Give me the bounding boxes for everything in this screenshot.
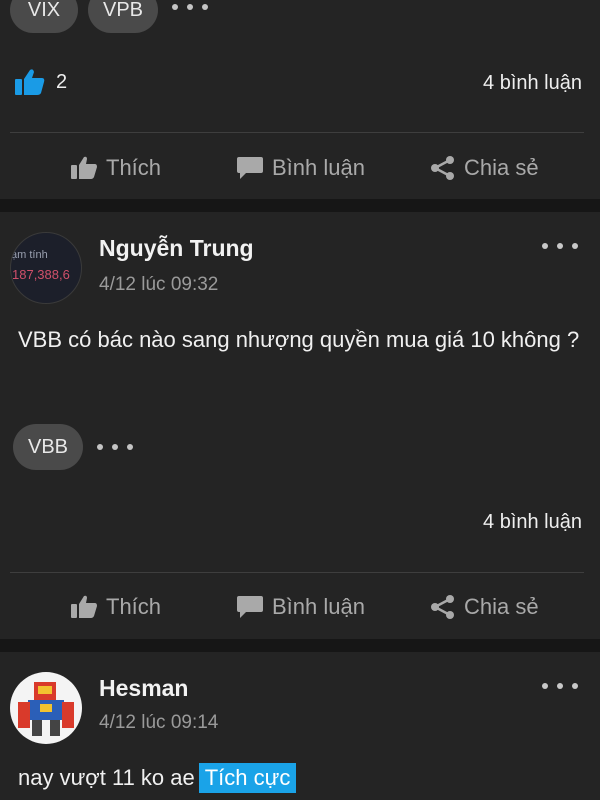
comment-count[interactable]: 4 bình luận [483, 72, 582, 95]
tag-chip-label: VIX [27, 0, 61, 21]
author-name[interactable]: Nguyễn Trung [99, 235, 254, 262]
comment-button-label: Bình luận [272, 594, 365, 619]
sentiment-badge: Tích cực [198, 763, 297, 793]
like-button[interactable]: Thích [70, 138, 161, 198]
thumbs-up-icon [71, 595, 97, 618]
like-summary[interactable]: 2 [14, 68, 67, 96]
comment-icon [237, 157, 263, 179]
share-icon [431, 595, 454, 619]
share-button[interactable]: Chia sẻ [430, 138, 539, 198]
thumbs-up-filled-icon [15, 69, 45, 95]
more-options-icon[interactable] [542, 240, 578, 252]
author-name[interactable]: Hesman [99, 675, 188, 702]
post-card: Hesman 4/12 lúc 09:14 nay vượt 11 ko ae T… [0, 652, 600, 800]
tag-chip-label: VBB [27, 435, 69, 458]
post-content-row: nay vượt 11 ko ae Tích cực [18, 762, 588, 794]
tag-chip[interactable]: VBB [13, 424, 83, 470]
feed-screen: VIX VPB 2 4 bình luận Thích Bình luận Ch… [0, 0, 600, 800]
share-icon [431, 156, 454, 180]
tag-chip-label: VPB [102, 0, 144, 21]
post-timestamp: 4/12 lúc 09:32 [99, 274, 219, 295]
action-bar: Thích Bình luận Chia sẻ [0, 138, 600, 198]
avatar-text: ạm tính [11, 249, 48, 261]
thumbs-up-icon [71, 156, 97, 179]
comment-icon [237, 596, 263, 618]
post-card-previous: VIX VPB 2 4 bình luận Thích Bình luận Ch… [0, 0, 600, 199]
comment-count[interactable]: 4 bình luận [483, 511, 582, 534]
avatar-value: 187,388,6 [12, 267, 70, 282]
share-button-label: Chia sẻ [464, 155, 539, 180]
share-button[interactable]: Chia sẻ [430, 577, 539, 637]
action-bar: Thích Bình luận Chia sẻ [0, 577, 600, 637]
share-button-label: Chia sẻ [464, 594, 539, 619]
robot-avatar-image [18, 682, 74, 736]
more-tags-icon[interactable] [172, 1, 208, 13]
avatar[interactable] [10, 672, 82, 744]
post-content: nay vượt 11 ko ae [18, 765, 195, 790]
post-card: ạm tính 187,388,6 Nguyễn Trung 4/12 lúc … [0, 212, 600, 639]
post-timestamp: 4/12 lúc 09:14 [99, 712, 219, 733]
like-button[interactable]: Thích [70, 577, 161, 637]
comment-button[interactable]: Bình luận [236, 577, 365, 637]
like-button-label: Thích [106, 155, 162, 180]
divider [10, 132, 584, 133]
tag-chip[interactable]: VIX [10, 0, 78, 33]
like-button-label: Thích [106, 594, 162, 619]
more-options-icon[interactable] [542, 680, 578, 692]
comment-button[interactable]: Bình luận [236, 138, 365, 198]
post-content: VBB có bác nào sang nhượng quyền mua giá… [18, 327, 580, 352]
avatar[interactable]: ạm tính 187,388,6 [10, 232, 82, 304]
more-tags-icon[interactable] [97, 441, 133, 453]
comment-button-label: Bình luận [272, 155, 365, 180]
tag-chip[interactable]: VPB [88, 0, 158, 33]
like-count: 2 [56, 70, 68, 93]
divider [10, 572, 584, 573]
